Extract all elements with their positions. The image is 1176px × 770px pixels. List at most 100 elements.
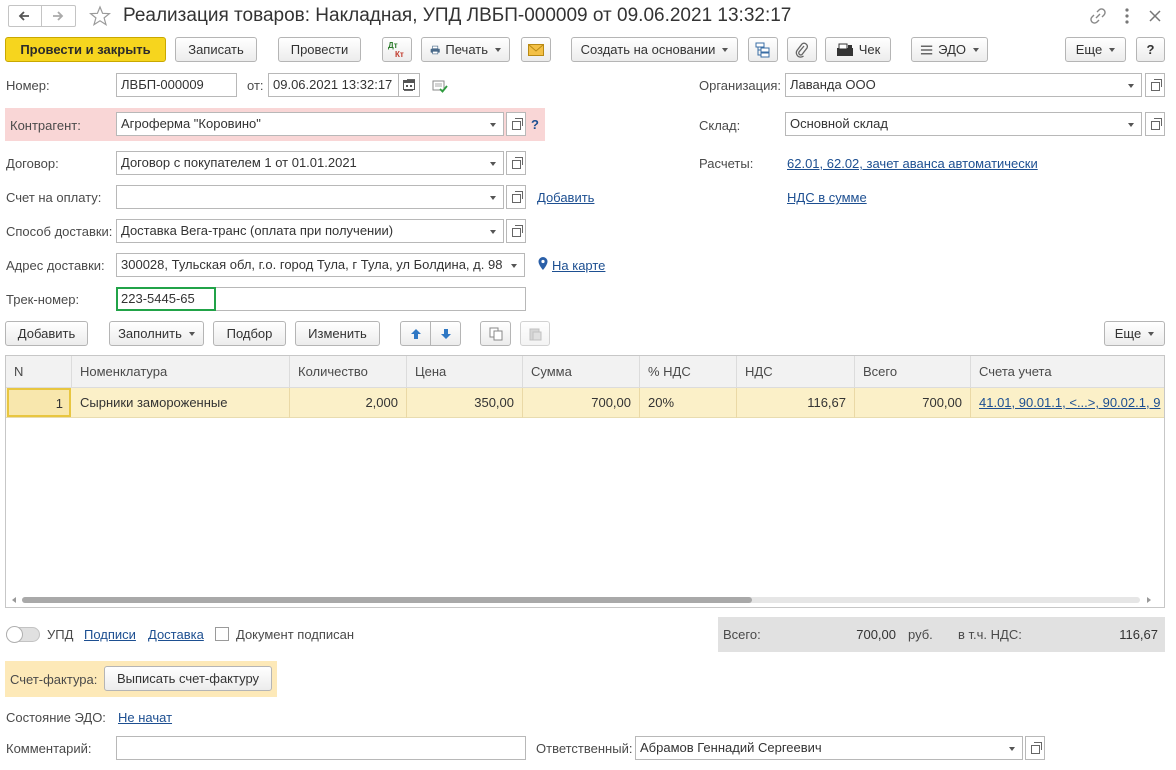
hierarchy-icon: [755, 42, 770, 57]
paste-button[interactable]: [520, 321, 550, 346]
scrollbar-thumb[interactable]: [22, 597, 752, 603]
cell-accounts[interactable]: 41.01, 90.01.1, <...>, 90.02.1, 9: [971, 388, 1164, 418]
cell-qty[interactable]: 2,000: [290, 388, 407, 418]
delivery-method-field[interactable]: Доставка Вега-транс (оплата при получени…: [116, 219, 485, 243]
printer-icon: [430, 45, 440, 54]
cell-total[interactable]: 700,00: [855, 388, 971, 418]
add-invoice-link[interactable]: Добавить: [537, 190, 594, 205]
print-button[interactable]: Печать: [421, 37, 510, 62]
contract-open-button[interactable]: [506, 151, 526, 175]
contract-dropdown[interactable]: [484, 151, 504, 175]
delivery-address-field[interactable]: 300028, Тульская обл, г.о. город Тула, г…: [116, 253, 506, 277]
star-icon[interactable]: [89, 5, 111, 27]
organization-field[interactable]: Лаванда ООО: [785, 73, 1123, 97]
invoice-for-payment-field[interactable]: [116, 185, 485, 209]
copy-row-button[interactable]: [480, 321, 511, 346]
col-qty[interactable]: Количество: [290, 356, 407, 388]
check-button[interactable]: Чек: [825, 37, 891, 62]
counterparty-help[interactable]: ?: [531, 117, 539, 132]
upd-toggle[interactable]: [6, 626, 40, 643]
move-up-button[interactable]: [400, 321, 431, 346]
col-item[interactable]: Номенклатура: [72, 356, 290, 388]
issue-invoice-button[interactable]: Выписать счет-фактуру: [104, 666, 272, 691]
move-down-button[interactable]: [430, 321, 461, 346]
settlements-link[interactable]: 62.01, 62.02, зачет аванса автоматически: [787, 156, 1038, 171]
warehouse-open-button[interactable]: [1145, 112, 1165, 136]
dtkt-button[interactable]: Дт Кт: [382, 37, 412, 62]
comment-field[interactable]: [116, 736, 526, 760]
scroll-left-icon[interactable]: [10, 596, 18, 604]
change-button[interactable]: Изменить: [295, 321, 380, 346]
arrow-up-icon: [410, 328, 421, 339]
cell-vat-rate[interactable]: 20%: [640, 388, 737, 418]
edo-button[interactable]: ЭДО: [911, 37, 988, 62]
cell-sum[interactable]: 700,00: [523, 388, 640, 418]
date-field[interactable]: 09.06.2021 13:32:17: [268, 73, 399, 97]
track-number-field[interactable]: 223-5445-65: [116, 287, 216, 311]
post-button[interactable]: Провести: [278, 37, 361, 62]
create-based-button[interactable]: Создать на основании: [571, 37, 738, 62]
delivery-address-dropdown[interactable]: [505, 253, 525, 277]
save-button[interactable]: Записать: [175, 37, 257, 62]
col-n[interactable]: N: [6, 356, 72, 388]
col-accounts[interactable]: Счета учета: [971, 356, 1164, 388]
col-price[interactable]: Цена: [407, 356, 523, 388]
table-row[interactable]: 1 Сырники замороженные 2,000 350,00 700,…: [6, 388, 1164, 418]
organization-label: Организация:: [699, 78, 782, 93]
add-row-button[interactable]: Добавить: [5, 321, 88, 346]
edo-icon: [920, 44, 933, 55]
responsible-field[interactable]: Абрамов Геннадий Сергеевич: [635, 736, 1004, 760]
responsible-open-button[interactable]: [1025, 736, 1045, 760]
col-vat-rate[interactable]: % НДС: [640, 356, 737, 388]
cell-item[interactable]: Сырники замороженные: [72, 388, 290, 418]
counterparty-open-button[interactable]: [506, 112, 526, 136]
warehouse-dropdown[interactable]: [1122, 112, 1142, 136]
cell-n[interactable]: 1: [7, 388, 71, 417]
col-sum[interactable]: Сумма: [523, 356, 640, 388]
table-more-button[interactable]: Еще: [1104, 321, 1165, 346]
fill-button[interactable]: Заполнить: [109, 321, 204, 346]
dtkt-icon: Дт Кт: [388, 40, 404, 59]
on-map-link[interactable]: На карте: [552, 258, 605, 273]
email-button[interactable]: [521, 37, 551, 62]
signatures-link[interactable]: Подписи: [84, 627, 136, 642]
more-vertical-icon[interactable]: [1121, 6, 1133, 26]
link-icon[interactable]: [1089, 7, 1107, 25]
delivery-method-open-button[interactable]: [506, 219, 526, 243]
contract-field[interactable]: Договор с покупателем 1 от 01.01.2021: [116, 151, 485, 175]
post-and-close-button[interactable]: Провести и закрыть: [5, 37, 166, 62]
total-value: 700,00: [856, 627, 896, 642]
structure-button[interactable]: [748, 37, 778, 62]
counterparty-dropdown[interactable]: [484, 112, 504, 136]
organization-open-button[interactable]: [1145, 73, 1165, 97]
pick-button[interactable]: Подбор: [213, 321, 286, 346]
cell-price[interactable]: 350,00: [407, 388, 523, 418]
organization-dropdown[interactable]: [1122, 73, 1142, 97]
number-field[interactable]: ЛВБП-000009: [116, 73, 237, 97]
post-status-icon: [432, 80, 448, 93]
table-horizontal-scrollbar[interactable]: [22, 597, 1140, 603]
col-total[interactable]: Всего: [855, 356, 971, 388]
edo-state-link[interactable]: Не начат: [118, 710, 172, 725]
scroll-right-icon[interactable]: [1145, 596, 1153, 604]
cell-vat[interactable]: 116,67: [737, 388, 855, 418]
signed-checkbox[interactable]: [215, 627, 229, 641]
invoice-for-payment-dropdown[interactable]: [484, 185, 504, 209]
upd-label: УПД: [47, 627, 74, 642]
col-vat[interactable]: НДС: [737, 356, 855, 388]
responsible-dropdown[interactable]: [1003, 736, 1023, 760]
more-button[interactable]: Еще: [1065, 37, 1126, 62]
attach-button[interactable]: [787, 37, 817, 62]
goods-table[interactable]: N Номенклатура Количество Цена Сумма % Н…: [5, 355, 1165, 608]
delivery-method-dropdown[interactable]: [484, 219, 504, 243]
close-icon[interactable]: [1147, 8, 1163, 24]
delivery-link[interactable]: Доставка: [148, 627, 204, 642]
forward-button[interactable]: [42, 5, 76, 27]
back-button[interactable]: [8, 5, 42, 27]
help-button[interactable]: ?: [1136, 37, 1165, 62]
counterparty-field[interactable]: Агроферма "Коровино": [116, 112, 485, 136]
warehouse-field[interactable]: Основной склад: [785, 112, 1123, 136]
invoice-for-payment-open-button[interactable]: [506, 185, 526, 209]
page-title: Реализация товаров: Накладная, УПД ЛВБП-…: [123, 5, 792, 26]
vat-in-sum-link[interactable]: НДС в сумме: [787, 190, 867, 205]
